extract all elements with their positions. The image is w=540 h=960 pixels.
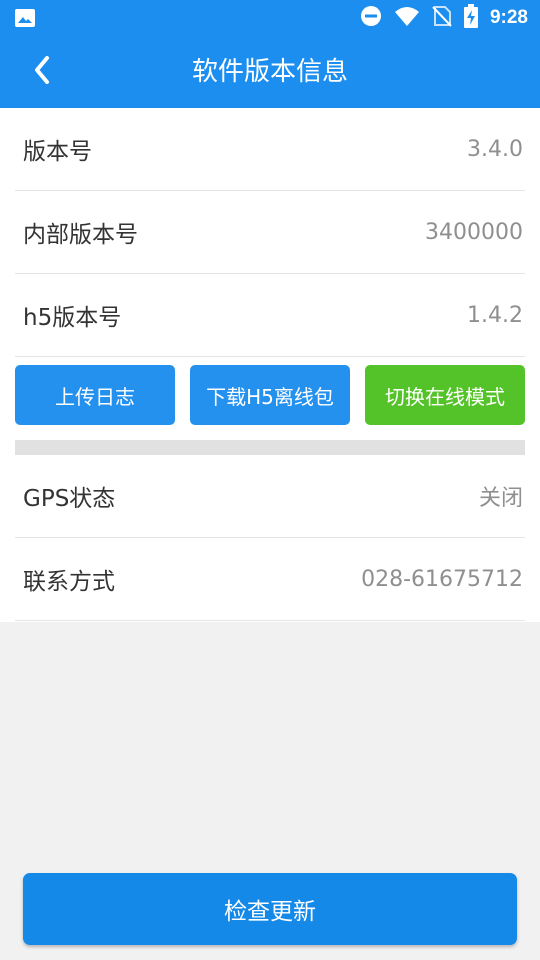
- row-label: 版本号: [23, 139, 92, 165]
- version-row: 版本号 3.4.0: [15, 108, 525, 191]
- check-update-button[interactable]: 检查更新: [23, 873, 517, 945]
- no-sim-icon: [432, 5, 452, 31]
- status-icons: 9:28: [360, 0, 528, 36]
- row-label: GPS状态: [23, 486, 116, 512]
- row-label: 内部版本号: [23, 222, 138, 248]
- row-value: 1.4.2: [467, 302, 523, 328]
- chevron-left-icon: [32, 55, 52, 89]
- back-button[interactable]: [22, 54, 62, 90]
- row-value: 028-61675712: [361, 566, 523, 592]
- section-divider: [15, 440, 525, 455]
- row-value: 关闭: [478, 486, 523, 511]
- status-bar: 9:28: [0, 0, 540, 36]
- download-h5-offline-button[interactable]: 下载H5离线包: [190, 365, 350, 425]
- app-bar: 软件版本信息: [0, 36, 540, 108]
- action-buttons: 上传日志 下载H5离线包 切换在线模式: [15, 365, 525, 425]
- upload-log-button[interactable]: 上传日志: [15, 365, 175, 425]
- status-time: 9:28: [489, 7, 528, 28]
- wifi-icon: [394, 5, 420, 31]
- row-value: 3400000: [425, 219, 523, 245]
- gps-status-row: GPS状态 关闭: [15, 455, 525, 538]
- do-not-disturb-icon: [360, 5, 382, 31]
- row-value: 3.4.0: [467, 136, 523, 162]
- page-title: 软件版本信息: [191, 57, 348, 87]
- info-panel: 版本号 3.4.0 内部版本号 3400000 h5版本号 1.4.2 上传日志…: [0, 108, 540, 622]
- row-label: h5版本号: [23, 305, 122, 331]
- switch-online-mode-button[interactable]: 切换在线模式: [365, 365, 525, 425]
- h5-version-row: h5版本号 1.4.2: [15, 274, 525, 357]
- row-label: 联系方式: [23, 569, 115, 595]
- internal-version-row: 内部版本号 3400000: [15, 191, 525, 274]
- contact-row: 联系方式 028-61675712: [15, 538, 525, 621]
- battery-charging-icon: [463, 4, 478, 32]
- gallery-icon: [14, 8, 36, 28]
